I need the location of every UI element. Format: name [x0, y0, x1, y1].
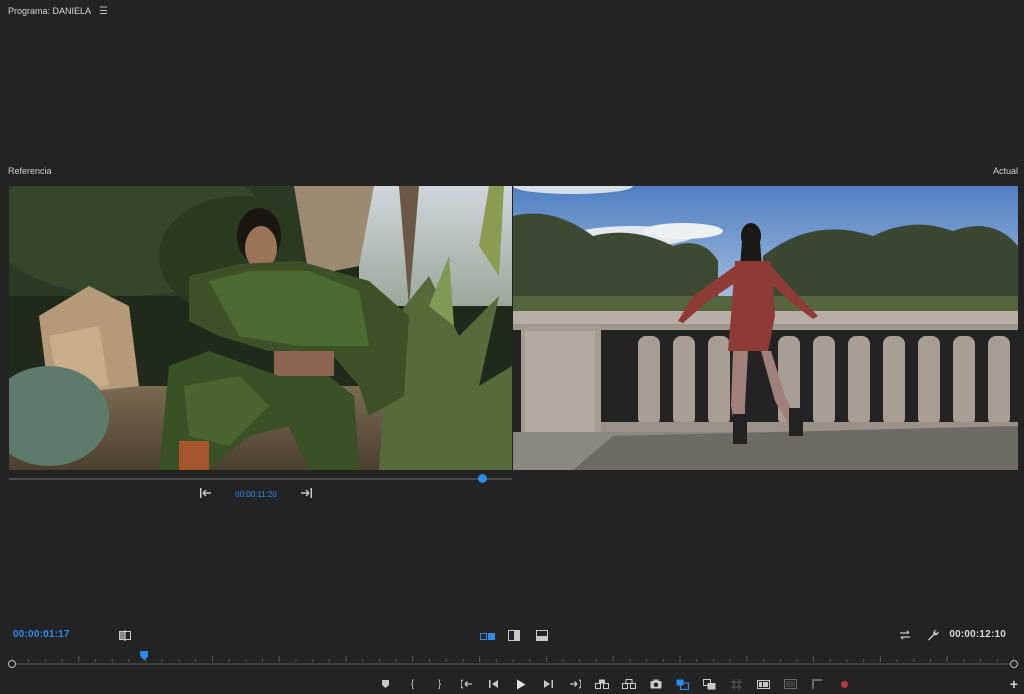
reference-frame-image [9, 186, 512, 470]
record-button[interactable] [831, 677, 858, 691]
program-timeline[interactable] [8, 651, 1018, 668]
swap-sides-icon[interactable] [898, 629, 912, 641]
transport-controls: { } [372, 677, 858, 691]
duration-timecode: 00:00:12:10 [949, 629, 1006, 640]
side-by-side-icon[interactable] [479, 630, 495, 642]
panel-header: Programa: DANIELA ☰ [8, 4, 108, 18]
step-back-button[interactable] [480, 677, 507, 691]
mark-in-button[interactable]: { [399, 677, 426, 691]
comparison-view-button[interactable] [669, 677, 696, 691]
go-to-in-icon[interactable] [200, 487, 212, 501]
vr-view-icon[interactable] [777, 677, 804, 691]
reference-label: Referencia [8, 166, 52, 176]
go-to-out-icon[interactable] [300, 487, 312, 501]
actual-viewer[interactable] [513, 186, 1018, 470]
actual-label: Actual [992, 166, 1018, 176]
timeline-ruler [12, 656, 1014, 662]
go-to-out-button[interactable] [561, 677, 588, 691]
lift-button[interactable] [588, 677, 615, 691]
reference-viewer[interactable] [9, 186, 512, 470]
panel-title[interactable]: Programa: DANIELA [8, 6, 91, 16]
wrench-icon[interactable] [926, 628, 940, 641]
vertical-split-icon[interactable] [507, 629, 521, 641]
overlay-button[interactable] [696, 677, 723, 691]
horizontal-split-icon[interactable] [535, 629, 549, 641]
reference-timecode[interactable]: 00:00:11:20 [235, 490, 277, 499]
crop-icon[interactable] [804, 677, 831, 691]
step-forward-button[interactable] [534, 677, 561, 691]
current-timecode[interactable]: 00:00:01:17 [13, 629, 70, 640]
hamburger-icon[interactable]: ☰ [99, 6, 108, 17]
actual-frame-image [513, 186, 1018, 470]
safe-margins-icon[interactable] [723, 677, 750, 691]
mark-out-button[interactable]: } [426, 677, 453, 691]
button-editor-plus-icon[interactable]: + [1010, 676, 1018, 692]
reference-controls: 00:00:11:20 [200, 487, 312, 501]
add-marker-button[interactable] [372, 677, 399, 691]
reference-scrub-bar[interactable] [9, 474, 512, 483]
timeline-start-handle[interactable] [8, 660, 16, 668]
multicam-icon[interactable] [750, 677, 777, 691]
extract-button[interactable] [615, 677, 642, 691]
go-to-in-button[interactable] [453, 677, 480, 691]
camera-icon[interactable] [642, 677, 669, 691]
timeline-track[interactable] [12, 663, 1014, 665]
play-button[interactable] [507, 677, 534, 691]
reference-scrub-thumb[interactable] [477, 474, 487, 483]
split-view-icon[interactable] [118, 629, 132, 641]
timeline-end-handle[interactable] [1010, 660, 1018, 668]
